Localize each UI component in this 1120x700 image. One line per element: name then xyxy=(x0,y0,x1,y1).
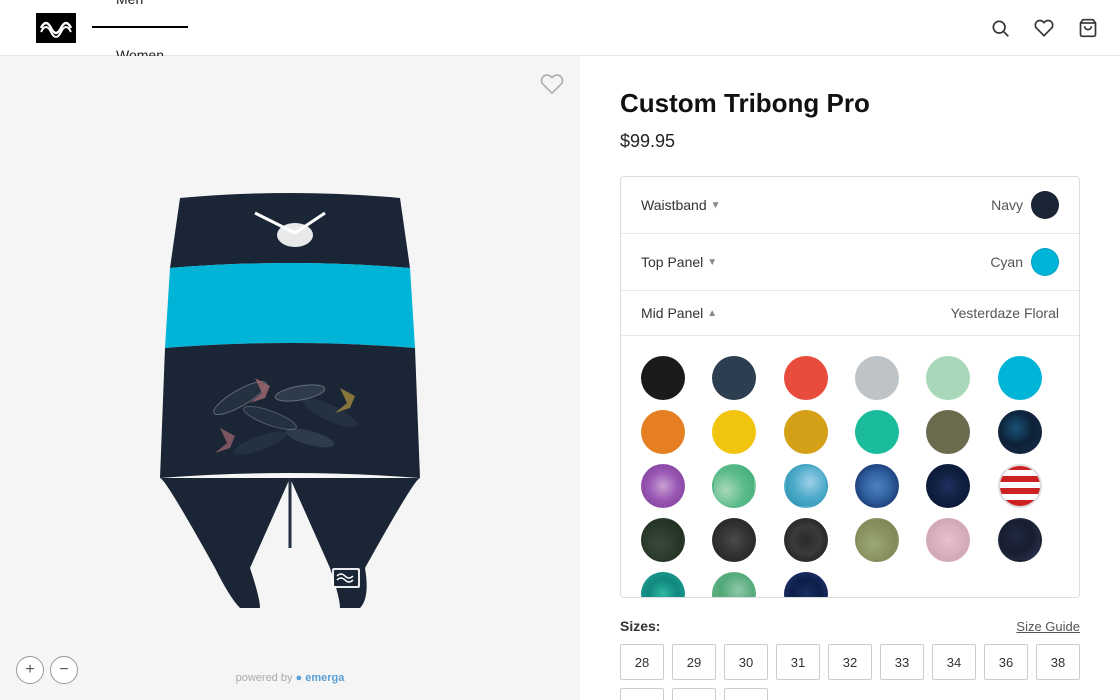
sizes-section: Sizes: Size Guide 28 29 30 31 32 33 34 3… xyxy=(620,618,1080,700)
color-option-dark-pattern[interactable] xyxy=(712,518,756,562)
size-30[interactable]: 30 xyxy=(724,644,768,680)
zoom-in-button[interactable]: + xyxy=(16,656,44,684)
waistband-chevron: ▼ xyxy=(711,200,721,211)
top-panel-chevron: ▼ xyxy=(707,257,717,268)
color-option-gray[interactable] xyxy=(855,356,899,400)
size-36[interactable]: 36 xyxy=(984,644,1028,680)
product-wishlist-button[interactable] xyxy=(540,72,564,102)
product-details-panel: Custom Tribong Pro $99.95 Waistband ▼ Na… xyxy=(580,56,1120,700)
color-option-navy-texture[interactable] xyxy=(784,572,828,597)
main-content: + − powered by ● emerga Custom Tribong P… xyxy=(0,56,1120,700)
size-guide-link[interactable]: Size Guide xyxy=(1016,619,1080,634)
customizer-box: Waistband ▼ Navy Top Panel ▼ Cyan xyxy=(620,176,1080,598)
size-34[interactable]: 34 xyxy=(932,644,976,680)
top-panel-option-row[interactable]: Top Panel ▼ Cyan xyxy=(621,234,1079,291)
size-31[interactable]: 31 xyxy=(776,644,820,680)
product-image xyxy=(100,138,480,618)
waistband-option-row[interactable]: Waistband ▼ Navy xyxy=(621,177,1079,234)
search-icon[interactable] xyxy=(988,16,1012,40)
logo-icon xyxy=(36,12,76,44)
color-option-dark-navy[interactable] xyxy=(712,356,756,400)
waistband-swatch xyxy=(1031,191,1059,219)
color-option-cyan[interactable] xyxy=(998,356,1042,400)
waistband-label[interactable]: Waistband ▼ xyxy=(641,197,721,213)
color-option-floral[interactable] xyxy=(855,518,899,562)
size-42[interactable]: 42 xyxy=(672,688,716,700)
color-option-mint[interactable] xyxy=(926,356,970,400)
color-option-dark-texture[interactable] xyxy=(784,518,828,562)
size-28[interactable]: 28 xyxy=(620,644,664,680)
wishlist-icon[interactable] xyxy=(1032,16,1056,40)
nav-item-men[interactable]: Men xyxy=(92,0,188,28)
top-panel-swatch xyxy=(1031,248,1059,276)
color-option-camo[interactable] xyxy=(641,518,685,562)
color-option-red[interactable] xyxy=(784,356,828,400)
color-option-green-pattern[interactable] xyxy=(712,464,756,508)
color-option-orange[interactable] xyxy=(641,410,685,454)
product-title: Custom Tribong Pro xyxy=(620,88,1080,119)
color-option-teal-pattern[interactable] xyxy=(641,572,685,597)
customizer-scroll[interactable]: Waistband ▼ Navy Top Panel ▼ Cyan xyxy=(621,177,1079,597)
color-option-ocean-pattern[interactable] xyxy=(998,410,1042,454)
mid-panel-chevron: ▲ xyxy=(707,308,717,319)
top-panel-value: Cyan xyxy=(990,248,1059,276)
color-option-pink-floral[interactable] xyxy=(926,518,970,562)
zoom-out-button[interactable]: − xyxy=(50,656,78,684)
top-panel-label[interactable]: Top Panel ▼ xyxy=(641,254,717,270)
sizes-grid: 28 29 30 31 32 33 34 36 38 40 42 44 xyxy=(620,644,1080,700)
product-price: $99.95 xyxy=(620,131,1080,152)
zoom-controls: + − xyxy=(16,656,78,684)
color-option-mint-floral[interactable] xyxy=(712,572,756,597)
cart-icon[interactable] xyxy=(1076,16,1100,40)
header: Men Women xyxy=(0,0,1120,56)
color-grid xyxy=(641,352,1059,597)
color-option-yellow[interactable] xyxy=(712,410,756,454)
color-option-purple-pattern[interactable] xyxy=(641,464,685,508)
color-option-black[interactable] xyxy=(641,356,685,400)
size-29[interactable]: 29 xyxy=(672,644,716,680)
mid-panel-header-row[interactable]: Mid Panel ▲ Yesterdaze Floral xyxy=(621,291,1079,336)
color-option-olive[interactable] xyxy=(926,410,970,454)
header-icons xyxy=(988,16,1100,40)
sizes-label: Sizes: xyxy=(620,618,660,634)
size-40[interactable]: 40 xyxy=(620,688,664,700)
mid-panel-label[interactable]: Mid Panel ▲ xyxy=(641,305,717,321)
mid-panel-value: Yesterdaze Floral xyxy=(951,305,1059,321)
product-image-panel: + − powered by ● emerga xyxy=(0,56,580,700)
size-32[interactable]: 32 xyxy=(828,644,872,680)
color-option-darkblue-pattern[interactable] xyxy=(926,464,970,508)
powered-by: powered by ● emerga xyxy=(236,672,345,684)
color-option-gold[interactable] xyxy=(784,410,828,454)
color-option-stripe[interactable] xyxy=(998,464,1042,508)
color-option-dark-floral[interactable] xyxy=(998,518,1042,562)
sizes-header: Sizes: Size Guide xyxy=(620,618,1080,634)
mid-panel-color-grid: 10 out of 10 required edits complete xyxy=(621,336,1079,597)
color-option-lightblue-pattern[interactable] xyxy=(784,464,828,508)
size-33[interactable]: 33 xyxy=(880,644,924,680)
size-44[interactable]: 44 xyxy=(724,688,768,700)
logo[interactable] xyxy=(20,12,92,44)
size-38[interactable]: 38 xyxy=(1036,644,1080,680)
color-option-blue-pattern[interactable] xyxy=(855,464,899,508)
color-option-teal[interactable] xyxy=(855,410,899,454)
waistband-value: Navy xyxy=(991,191,1059,219)
